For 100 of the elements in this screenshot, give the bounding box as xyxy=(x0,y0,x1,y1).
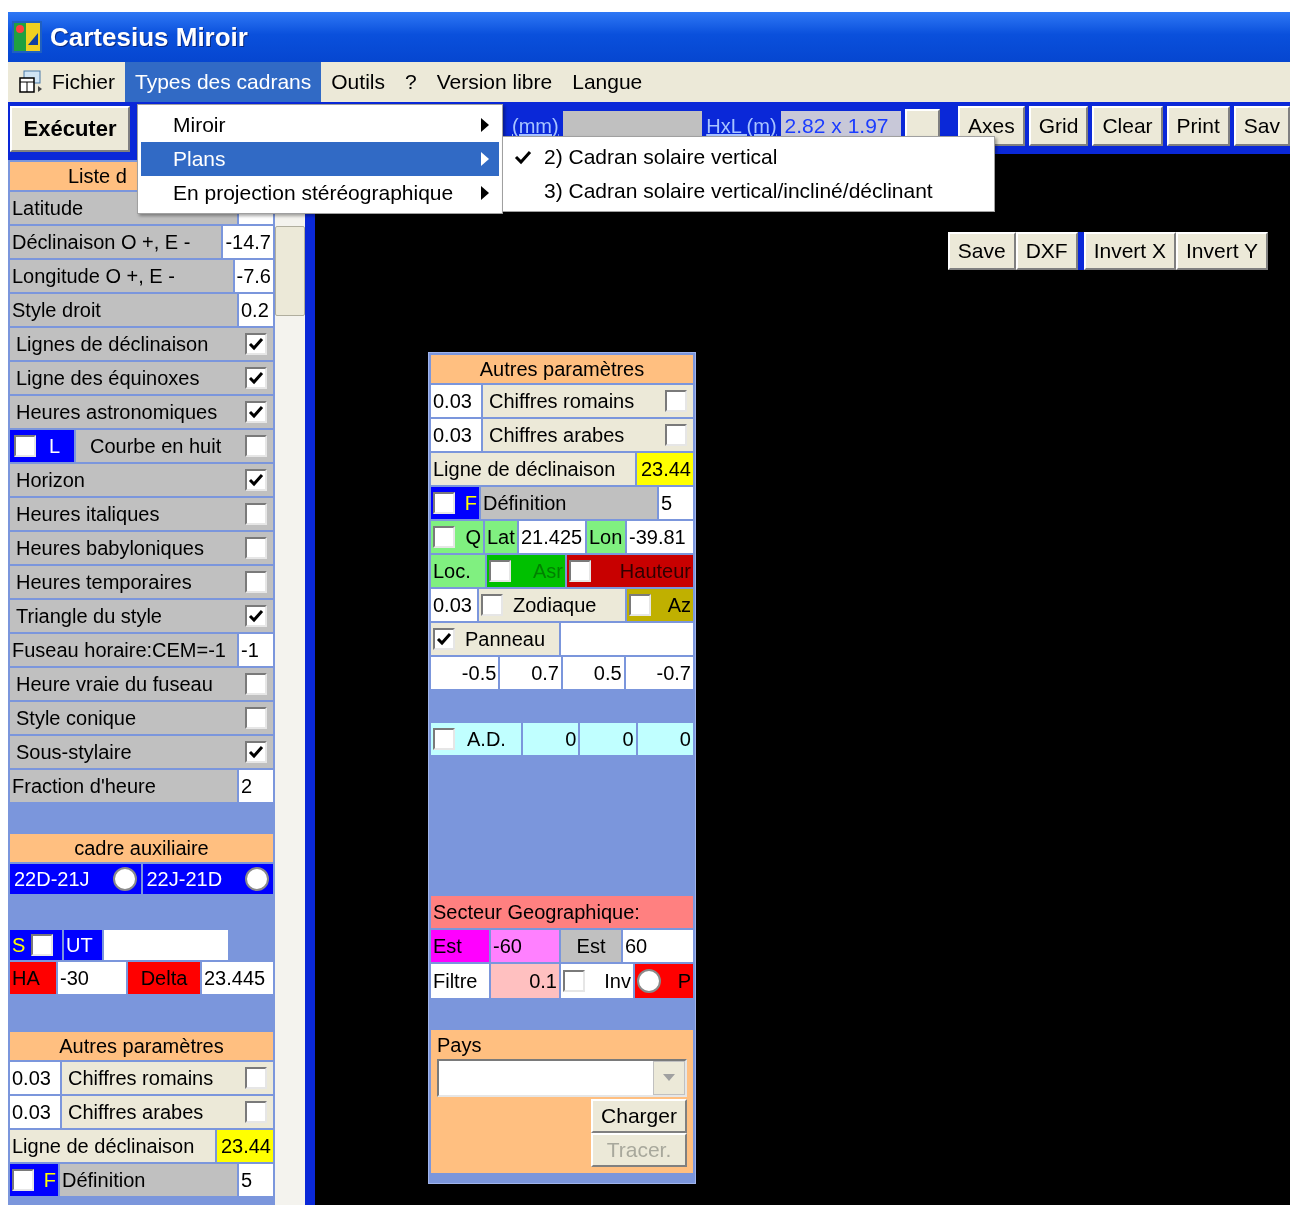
value-field[interactable]: -14.7 xyxy=(223,226,273,258)
value-field[interactable]: 5 xyxy=(659,487,693,519)
value-field[interactable]: 0.2 xyxy=(239,294,273,326)
menu-entry[interactable]: 3) Cadran solaire vertical/incliné/déclinant xyxy=(506,174,991,208)
checkbox[interactable] xyxy=(31,934,54,956)
value-field[interactable] xyxy=(561,623,693,655)
checkbox[interactable] xyxy=(245,367,267,389)
checkbox[interactable] xyxy=(481,594,503,616)
option-label: Asr xyxy=(533,559,563,583)
row-label: UT xyxy=(64,930,102,960)
value-field[interactable]: 0 xyxy=(523,723,579,755)
toolbar-button[interactable]: Grid xyxy=(1028,106,1089,146)
value-field[interactable]: 0.5 xyxy=(563,657,624,689)
value-field[interactable]: -30 xyxy=(58,962,126,994)
flag-label: F xyxy=(464,491,477,515)
value-field[interactable]: 0.03 xyxy=(431,385,481,417)
radio-button[interactable] xyxy=(112,867,137,891)
checkbox[interactable] xyxy=(245,469,267,491)
value-field[interactable]: 0.03 xyxy=(10,1062,60,1094)
checkbox[interactable] xyxy=(433,728,455,750)
checkbox[interactable] xyxy=(665,390,687,412)
value-field[interactable]: 0.03 xyxy=(431,589,477,621)
value-field[interactable]: 0 xyxy=(637,723,693,755)
value-field[interactable]: -1 xyxy=(239,634,273,666)
checkbox[interactable] xyxy=(245,333,267,355)
value-field[interactable]: 23.445 xyxy=(202,962,273,994)
checkbox[interactable] xyxy=(245,503,267,525)
checkbox[interactable] xyxy=(245,673,267,695)
value-field[interactable]: -0.5 xyxy=(431,657,499,689)
value-field[interactable]: 23.44 xyxy=(637,453,693,485)
value-field[interactable]: -39.81 xyxy=(627,521,693,553)
toolbar-button[interactable]: Print xyxy=(1166,106,1230,146)
flag-label: F xyxy=(43,1168,56,1192)
option-label: Chiffres arabes xyxy=(489,423,625,447)
checkbox[interactable] xyxy=(433,492,455,514)
toolbar-button[interactable]: Sav xyxy=(1233,106,1290,146)
canvas-button[interactable]: Save xyxy=(947,232,1016,270)
flag-label: Q xyxy=(465,525,481,549)
toolbar-button[interactable]: Clear xyxy=(1092,106,1163,146)
load-button[interactable]: Charger xyxy=(591,1099,687,1133)
scrollbar-thumb[interactable] xyxy=(275,226,305,316)
checkbox[interactable] xyxy=(433,628,455,650)
checkbox[interactable] xyxy=(245,537,267,559)
canvas-button[interactable]: DXF xyxy=(1015,232,1078,270)
menu-entry[interactable]: Plans xyxy=(141,142,499,176)
checkbox[interactable] xyxy=(629,594,651,616)
value-field[interactable] xyxy=(104,930,228,960)
checkbox[interactable] xyxy=(245,1101,267,1123)
checkbox[interactable] xyxy=(245,707,267,729)
checkbox[interactable] xyxy=(245,605,267,627)
row-label: Loc. xyxy=(431,555,485,587)
checkbox[interactable] xyxy=(433,526,455,548)
row-label: Delta xyxy=(128,962,200,994)
menu-item[interactable]: ? xyxy=(394,62,427,102)
radio-button[interactable] xyxy=(245,867,269,891)
checkbox[interactable] xyxy=(245,435,267,457)
checkbox[interactable] xyxy=(245,1067,267,1089)
option-label: Heures italiques xyxy=(16,502,160,526)
section-header: cadre auxiliaire xyxy=(10,834,273,862)
checkbox[interactable] xyxy=(489,560,511,582)
execute-button[interactable]: Exécuter xyxy=(10,106,130,152)
menu-item[interactable]: Langue xyxy=(562,62,653,102)
submenu-arrow-icon xyxy=(481,118,489,132)
value-field[interactable]: 0.03 xyxy=(431,419,481,451)
dropdown-arrow-icon xyxy=(663,1074,675,1082)
value-field[interactable]: -60 xyxy=(491,930,559,962)
value-field[interactable]: 23.44 xyxy=(217,1130,273,1162)
option-label: Style conique xyxy=(16,706,137,730)
checkbox[interactable] xyxy=(245,741,267,763)
value-field[interactable]: -0.7 xyxy=(625,657,693,689)
checkbox[interactable] xyxy=(245,401,267,423)
value-field[interactable]: 60 xyxy=(623,930,693,962)
radio-button[interactable] xyxy=(637,969,661,993)
value-field[interactable]: 5 xyxy=(239,1164,273,1196)
menu-item[interactable]: Outils xyxy=(321,62,395,102)
row-label: Ligne de déclinaison xyxy=(10,1130,215,1162)
value-field[interactable]: -7.6 xyxy=(234,260,273,292)
value-field[interactable]: 21.425 xyxy=(519,521,585,553)
canvas-button[interactable]: Invert X xyxy=(1083,232,1176,270)
value-field[interactable]: 0.03 xyxy=(10,1096,60,1128)
option-label: Chiffres romains xyxy=(489,389,635,413)
country-dropdown[interactable] xyxy=(437,1059,687,1097)
value-field[interactable]: 2 xyxy=(239,770,273,802)
menu-item[interactable]: Fichier xyxy=(8,62,125,102)
checkbox[interactable] xyxy=(12,1169,34,1191)
checkbox[interactable] xyxy=(569,560,591,582)
option-label: Triangle du style xyxy=(16,604,162,628)
menu-item[interactable]: Version libre xyxy=(426,62,563,102)
canvas-button[interactable]: Invert Y xyxy=(1176,232,1268,270)
menu-entry[interactable]: Miroir xyxy=(141,108,499,142)
checkbox[interactable] xyxy=(563,970,585,992)
checkbox[interactable] xyxy=(14,435,36,457)
value-field[interactable]: 0 xyxy=(580,723,636,755)
value-field[interactable]: 0.7 xyxy=(500,657,561,689)
value-field[interactable]: 0.1 xyxy=(491,964,559,998)
checkbox[interactable] xyxy=(665,424,687,446)
option-label: Heures astronomiques xyxy=(16,400,218,424)
option-label: Zodiaque xyxy=(512,593,597,617)
menu-item[interactable]: Types des cadrans xyxy=(125,62,322,102)
checkbox[interactable] xyxy=(245,571,267,593)
